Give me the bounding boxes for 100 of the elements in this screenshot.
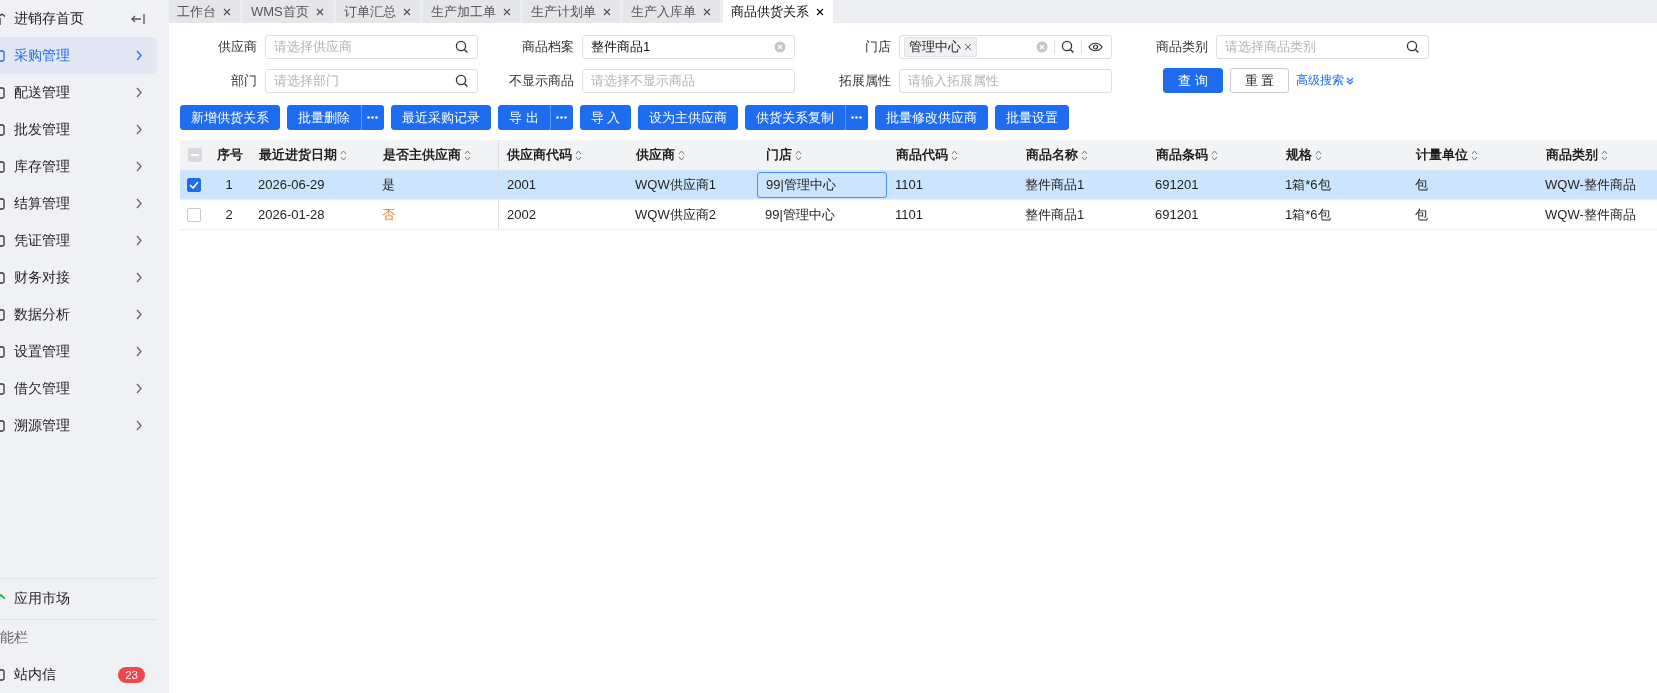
table-cell-text: 1101 xyxy=(894,176,924,194)
table-cell-text: WQW供应商1 xyxy=(634,175,717,194)
sidebar-item[interactable]: 进销存首页 xyxy=(0,0,157,37)
select-all-checkbox[interactable] xyxy=(188,148,202,162)
column-header[interactable]: 计量单位 xyxy=(1407,140,1537,170)
table-cell-text: 是 xyxy=(381,175,396,194)
section-label: 能栏 xyxy=(0,629,29,647)
sort-icon xyxy=(1471,149,1478,161)
column-header[interactable]: 最近进货日期 xyxy=(250,140,374,170)
column-header[interactable]: 门店 xyxy=(757,140,887,170)
tab[interactable]: 生产加工单 xyxy=(422,0,520,23)
toolbar-button[interactable]: 批量设置 xyxy=(995,105,1070,130)
tab[interactable]: 生产入库单 xyxy=(622,0,720,23)
input-field[interactable]: 整件商品1 xyxy=(582,35,795,59)
sidebar-item[interactable]: 财务对接 xyxy=(0,259,157,296)
more-button[interactable] xyxy=(549,105,573,130)
row-checkbox[interactable] xyxy=(187,207,201,222)
toolbar-button[interactable]: 导 入 xyxy=(579,105,632,130)
eye-icon xyxy=(1088,41,1103,53)
sidebar-item[interactable]: 借欠管理 xyxy=(0,370,157,407)
search-icon xyxy=(455,40,469,54)
tab[interactable]: 订单汇总 xyxy=(335,0,420,23)
clear-icon xyxy=(1036,41,1048,53)
input-field[interactable]: 管理中心 xyxy=(899,35,1112,59)
sort-icon xyxy=(340,149,347,161)
advanced-search-link[interactable]: 高级搜索 xyxy=(1296,72,1355,89)
menu-icon xyxy=(0,197,5,210)
field-label: 不显示商品 xyxy=(508,71,574,90)
toolbar-button[interactable]: 最近采购记录 xyxy=(391,105,491,130)
sidebar-item[interactable]: 采购管理 xyxy=(0,37,157,74)
close-icon xyxy=(701,6,712,17)
selected-tag[interactable]: 管理中心 xyxy=(904,37,977,57)
sidebar-item[interactable]: 设置管理 xyxy=(0,333,157,370)
more-button[interactable] xyxy=(361,105,384,130)
field-label: 门店 xyxy=(864,38,891,56)
column-header[interactable]: 商品名称 xyxy=(1017,140,1147,170)
menu-icon xyxy=(0,234,5,247)
table-cell-text: 1 xyxy=(224,176,234,194)
tab[interactable]: 生产计划单 xyxy=(522,0,620,23)
table-cell: 99|管理中心 xyxy=(757,171,887,198)
more-icon xyxy=(367,116,378,119)
menu-icon xyxy=(0,86,5,99)
table-row[interactable]: 1 2026-06-29 是 2001 WQW供应商1 99|管理中心 1101 整件商品1 691201 1箱*6包 包 WQW-整件商品 xyxy=(180,170,1657,200)
field-label: 供应商 xyxy=(217,38,257,56)
sidebar-item[interactable]: 配送管理 xyxy=(0,74,157,111)
column-header[interactable]: 规格 xyxy=(1277,140,1407,170)
close-icon xyxy=(222,6,232,17)
table-cell-text: 1箱*6包 xyxy=(1284,205,1332,224)
tab[interactable]: 工作台 xyxy=(169,0,240,23)
column-header[interactable]: 商品代码 xyxy=(887,140,1017,170)
tab[interactable]: 商品供货关系 xyxy=(722,0,833,23)
table-cell-text: 99|管理中心 xyxy=(764,205,836,224)
menu-icon xyxy=(0,49,5,62)
toolbar-button[interactable]: 新增供货关系 xyxy=(180,105,280,130)
sidebar-item[interactable]: 批发管理 xyxy=(0,111,157,148)
sidebar-item[interactable]: 数据分析 xyxy=(0,296,157,333)
column-header[interactable]: 供应商 xyxy=(627,140,757,170)
table-cell-text: 1箱*6包 xyxy=(1284,175,1332,194)
menu-icon xyxy=(0,308,5,321)
more-icon xyxy=(851,116,863,119)
field-label: 拓展属性 xyxy=(838,71,891,90)
column-header[interactable]: 商品类别 xyxy=(1537,140,1657,170)
table-cell-text: 包 xyxy=(1414,205,1429,224)
column-header[interactable]: 是否主供应商 xyxy=(374,140,498,170)
table-cell-text: 2026-01-28 xyxy=(257,206,326,224)
check-icon xyxy=(189,180,199,189)
sidebar-item[interactable]: 站内信 23 xyxy=(0,656,157,693)
sidebar-item[interactable]: 凭证管理 xyxy=(0,222,157,259)
close-icon xyxy=(601,6,612,17)
table-cell: 2001 xyxy=(498,170,627,199)
sidebar-item[interactable]: 溯源管理 xyxy=(0,407,157,444)
collapse-icon xyxy=(131,12,145,25)
sidebar-item[interactable]: 库存管理 xyxy=(0,148,157,185)
table-cell-text: 2026-06-29 xyxy=(257,176,326,194)
table-cell: 2002 xyxy=(498,200,627,229)
query-button[interactable]: 查 询 xyxy=(1163,68,1223,93)
sidebar-item[interactable]: 结算管理 xyxy=(0,185,157,222)
column-header[interactable]: 商品条码 xyxy=(1147,140,1277,170)
sort-icon xyxy=(1211,149,1218,161)
toolbar-button[interactable]: 导 出 xyxy=(498,105,550,130)
table-cell-text: 1101 xyxy=(894,206,924,224)
toolbar-button[interactable]: 批量删除 xyxy=(287,105,361,130)
table-row[interactable]: 2 2026-01-28 否 2002 WQW供应商2 99|管理中心 1101 整件商品1 691201 1箱*6包 包 WQW-整件商品 xyxy=(180,200,1657,230)
more-button[interactable] xyxy=(845,105,869,130)
sidebar-item[interactable]: 应用市场 xyxy=(0,578,157,620)
tab[interactable]: WMS首页 xyxy=(243,0,333,23)
table-cell-text: 691201 xyxy=(1154,206,1200,224)
table-cell-text: 整件商品1 xyxy=(1024,175,1086,194)
table-cell-text: WQW-整件商品 xyxy=(1544,205,1637,224)
menu-icon xyxy=(0,419,5,432)
close-icon xyxy=(814,6,825,17)
close-icon xyxy=(314,6,325,17)
reset-button[interactable]: 重 置 xyxy=(1229,68,1290,93)
column-header[interactable]: 序号 xyxy=(208,140,250,170)
field-label: 部门 xyxy=(230,71,257,90)
row-checkbox[interactable] xyxy=(187,177,201,192)
toolbar-button[interactable]: 供货关系复制 xyxy=(745,105,846,130)
menu-icon xyxy=(0,345,5,358)
toolbar-button[interactable]: 批量修改供应商 xyxy=(875,105,989,130)
toolbar-button[interactable]: 设为主供应商 xyxy=(638,105,739,130)
